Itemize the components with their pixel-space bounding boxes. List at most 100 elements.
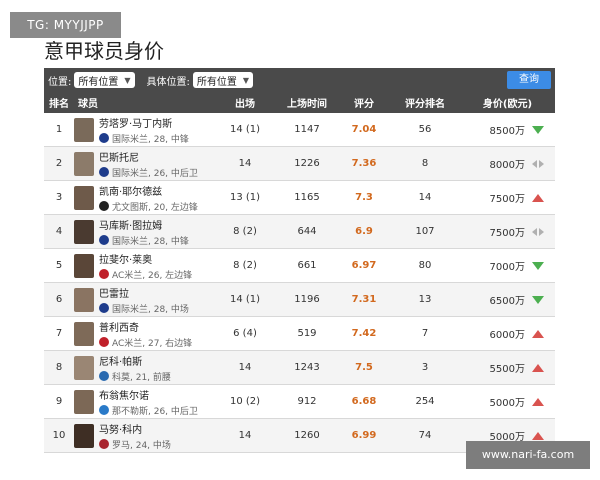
player-photo[interactable] (74, 219, 94, 244)
trend-down-icon (532, 125, 544, 134)
player-info: 罗马, 24, 中场 (112, 440, 171, 451)
club-badge-icon (99, 337, 109, 347)
apps-cell: 14 (214, 146, 276, 181)
table-row[interactable]: 5 拉斐尔·莱奥 AC米兰, 26, 左边锋 8 (2) 661 6.97 80 7000万 (44, 248, 555, 283)
query-button[interactable]: 查询 (507, 71, 551, 89)
player-photo[interactable] (74, 151, 94, 176)
trend-down-icon (532, 261, 544, 270)
rating-rank-cell: 3 (390, 350, 460, 385)
minutes-cell: 912 (276, 384, 338, 419)
player-name-link[interactable]: 布翁焦尔诺 (99, 387, 198, 402)
market-value: 8000万 (489, 160, 525, 171)
page-title: 意甲球员身价 (44, 39, 164, 63)
player-photo[interactable] (74, 389, 94, 414)
column-header-apps[interactable]: 出场 (214, 92, 276, 113)
player-name-link[interactable]: 马努·科内 (99, 421, 171, 436)
table-row[interactable]: 9 布翁焦尔诺 那不勒斯, 26, 中后卫 10 (2) 912 6.68 254 5000万 (44, 384, 555, 419)
rating-cell: 6.99 (338, 418, 390, 453)
rating-rank-cell: 80 (390, 248, 460, 283)
player-info: AC米兰, 27, 右边锋 (112, 338, 193, 349)
rank-cell: 2 (44, 146, 74, 181)
table-row[interactable]: 7 普利西奇 AC米兰, 27, 右边锋 6 (4) 519 7.42 7 6000万 (44, 316, 555, 351)
market-value: 7500万 (489, 228, 525, 239)
column-header-player[interactable]: 球员 (74, 92, 214, 113)
trend-up-icon (532, 431, 544, 440)
trend-up-icon (532, 397, 544, 406)
club-badge-icon (99, 269, 109, 279)
player-value-table: 排名 球员 出场 上场时间 评分 评分排名 身价(欧元) 1 劳塔罗·马丁内斯 国际… (44, 92, 555, 453)
rating-rank-cell: 14 (390, 180, 460, 215)
value-cell: 8000万 (460, 146, 555, 181)
position-filter-label: 位置: (48, 76, 72, 88)
player-photo[interactable] (74, 185, 94, 210)
player-name-link[interactable]: 凯南·耶尔德兹 (99, 183, 198, 198)
table-row[interactable]: 8 尼科·帕斯 科莫, 21, 前腰 14 1243 7.5 3 5500万 (44, 350, 555, 385)
player-cell: 巴雷拉国际米兰, 28, 中场 (74, 282, 214, 317)
apps-cell: 8 (2) (214, 214, 276, 249)
rating-cell: 7.42 (338, 316, 390, 351)
rating-rank-cell: 74 (390, 418, 460, 453)
player-cell: 尼科·帕斯 科莫, 21, 前腰 (74, 350, 214, 385)
player-name-link[interactable]: 劳塔罗·马丁内斯 (99, 115, 189, 130)
apps-cell: 14 (214, 350, 276, 385)
rating-cell: 7.31 (338, 282, 390, 317)
minutes-cell: 1243 (276, 350, 338, 385)
player-info: 国际米兰, 28, 中锋 (112, 236, 189, 247)
player-name-link[interactable]: 拉斐尔·莱奥 (99, 251, 192, 266)
table-row[interactable]: 1 劳塔罗·马丁内斯 国际米兰, 28, 中锋 14 (1) 1147 7.04 56 850… (44, 113, 555, 147)
filter-bar: 位置: 所有位置 ▼ 具体位置: 所有位置 ▼ 查询 (44, 68, 555, 92)
column-header-rating[interactable]: 评分 (338, 92, 390, 113)
table-row[interactable]: 6 巴雷拉 国际米兰, 28, 中场 14 (1) 1196 7.31 13 6500万 (44, 282, 555, 317)
trend-flat-icon (532, 227, 544, 236)
table-row[interactable]: 2 巴斯托尼 国际米兰, 26, 中后卫 14 1226 7.36 8 8000万 (44, 146, 555, 181)
rating-rank-cell: 254 (390, 384, 460, 419)
rank-cell: 10 (44, 418, 74, 453)
player-name-link[interactable]: 普利西奇 (99, 319, 192, 334)
column-header-value[interactable]: 身价(欧元) (460, 92, 555, 113)
minutes-cell: 1260 (276, 418, 338, 453)
rating-cell: 7.3 (338, 180, 390, 215)
column-header-rank[interactable]: 排名 (44, 92, 74, 113)
rating-rank-cell: 7 (390, 316, 460, 351)
column-header-rating-rank[interactable]: 评分排名 (390, 92, 460, 113)
position-select[interactable]: 所有位置 ▼ (74, 72, 135, 88)
player-photo[interactable] (74, 253, 94, 278)
club-badge-icon (99, 235, 109, 245)
minutes-cell: 644 (276, 214, 338, 249)
club-badge-icon (99, 439, 109, 449)
player-photo[interactable] (74, 321, 94, 346)
player-photo[interactable] (74, 117, 94, 142)
player-photo[interactable] (74, 423, 94, 448)
rank-cell: 3 (44, 180, 74, 215)
market-value: 6500万 (489, 296, 525, 307)
trend-flat-icon (532, 159, 544, 168)
player-name-link[interactable]: 尼科·帕斯 (99, 353, 171, 368)
minutes-cell: 1165 (276, 180, 338, 215)
rank-cell: 9 (44, 384, 74, 419)
player-name-link[interactable]: 马库斯·图拉姆 (99, 217, 189, 232)
watermark-tg: TG: MYYJJPP (10, 12, 121, 38)
apps-cell: 13 (1) (214, 180, 276, 215)
specific-position-select[interactable]: 所有位置 ▼ (192, 72, 254, 88)
table-row[interactable]: 3 凯南·耶尔德兹 尤文图斯, 20, 左边锋 13 (1) 1165 7.3 14 7500… (44, 180, 555, 215)
player-info: 国际米兰, 26, 中后卫 (112, 168, 198, 179)
club-badge-icon (99, 167, 109, 177)
column-header-minutes[interactable]: 上场时间 (276, 92, 338, 113)
player-cell: 凯南·耶尔德兹 尤文图斯, 20, 左边锋 (74, 180, 214, 215)
player-cell: 马努·科内罗马, 24, 中场 (74, 418, 214, 453)
player-name-link[interactable]: 巴雷拉 (99, 285, 189, 300)
position-select-value: 所有位置 (78, 76, 119, 88)
player-cell: 马库斯·图拉姆国际米兰, 28, 中锋 (74, 214, 214, 249)
table-header-row: 排名 球员 出场 上场时间 评分 评分排名 身价(欧元) (44, 92, 555, 113)
rank-cell: 6 (44, 282, 74, 317)
table-row[interactable]: 4 马库斯·图拉姆 国际米兰, 28, 中锋 8 (2) 644 6.9 107 7500万 (44, 214, 555, 249)
player-info: 国际米兰, 28, 中场 (112, 304, 189, 315)
rating-rank-cell: 56 (390, 113, 460, 147)
player-photo[interactable] (74, 287, 94, 312)
minutes-cell: 1147 (276, 113, 338, 147)
value-cell: 5500万 (460, 350, 555, 385)
market-value: 5500万 (489, 364, 525, 375)
player-name-link[interactable]: 巴斯托尼 (99, 149, 198, 164)
player-photo[interactable] (74, 355, 94, 380)
minutes-cell: 519 (276, 316, 338, 351)
